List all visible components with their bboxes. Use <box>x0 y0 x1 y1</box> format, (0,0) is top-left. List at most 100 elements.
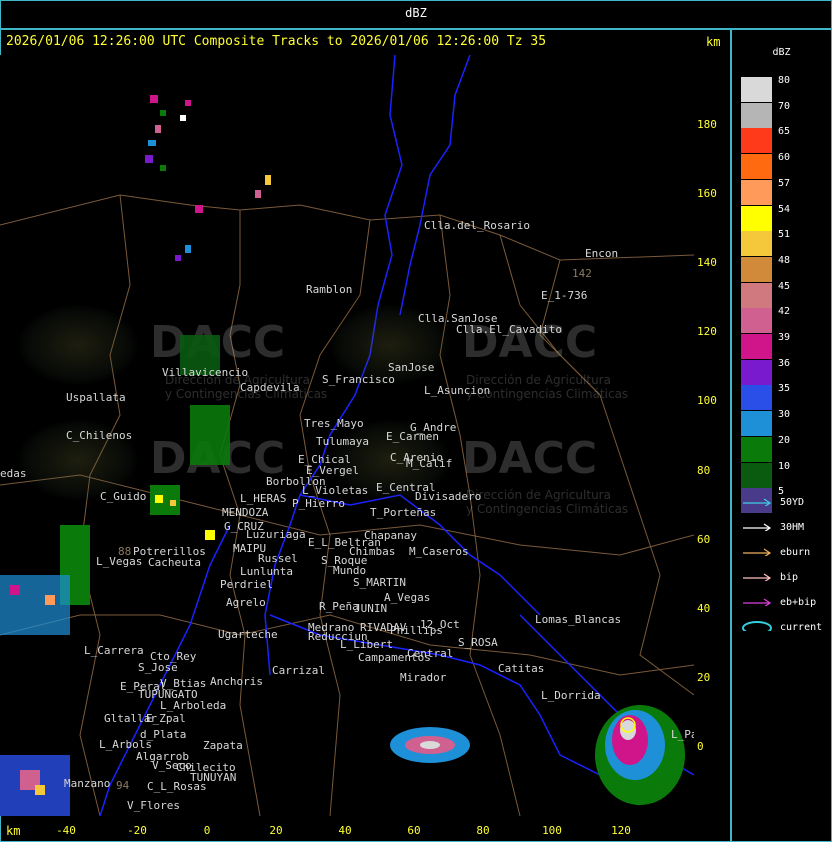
place-label: 142 <box>572 267 592 280</box>
place-label: edas <box>0 467 27 480</box>
place-label: MENDOZA <box>222 506 269 519</box>
dbz-swatch-label: 60 <box>778 152 791 164</box>
place-label: L_Vegas <box>96 555 143 568</box>
place-label: SanJose <box>388 361 435 374</box>
dbz-swatch-label: 42 <box>778 306 791 318</box>
place-label: Clla.El_Cavadito <box>456 323 562 336</box>
y-tick-label: 160 <box>697 187 717 200</box>
track-arrow-icon <box>743 548 772 556</box>
y-tick-label: 120 <box>697 325 717 338</box>
place-label: Clla.del_Rosario <box>424 219 530 232</box>
dbz-swatch <box>741 359 772 385</box>
place-label: S_MARTIN <box>353 576 406 589</box>
echo-cluster-north <box>145 95 271 261</box>
dbz-swatch-label: 48 <box>778 254 791 266</box>
dbz-swatch <box>741 308 772 334</box>
dbz-swatch-label: 5 <box>778 486 785 498</box>
place-label: 12_Oct <box>420 618 460 631</box>
place-label: V_Btias <box>160 677 207 690</box>
dbz-swatch <box>741 179 772 205</box>
dbz-swatch <box>741 205 772 231</box>
place-label: Tres_Mayo <box>304 417 364 430</box>
place-label: L_HERAS <box>240 492 287 505</box>
x-tick-label: 100 <box>542 824 562 837</box>
y-tick-label: 180 <box>697 118 717 131</box>
x-tick-label: 40 <box>338 824 352 837</box>
y-tick-label: 20 <box>697 671 711 684</box>
place-label: V_Flores <box>127 799 180 812</box>
place-label: L_Dorrida <box>541 689 601 702</box>
place-label: E_Carmen <box>386 430 439 443</box>
dbz-swatch-label: 39 <box>778 332 791 343</box>
place-label: Agrelo <box>226 596 266 609</box>
place-label: Anchoris <box>210 675 263 688</box>
dbz-swatch-label: 35 <box>778 383 791 395</box>
dbz-swatch-label: 65 <box>778 126 791 138</box>
place-label: L_Carrera <box>84 644 144 657</box>
track-label: 30HM <box>780 522 805 533</box>
dbz-swatch <box>741 436 772 462</box>
dbz-swatch-label: 57 <box>778 177 791 189</box>
composite-tracks-header: 2026/01/06 12:26:00 UTC Composite Tracks… <box>6 34 547 49</box>
place-label: Ramblon <box>306 283 353 296</box>
place-label: Villavicencio <box>162 366 249 379</box>
dbz-swatch-label: 36 <box>778 357 791 369</box>
y-tick-label: 100 <box>697 394 717 407</box>
place-label: Tulumaya <box>316 435 369 448</box>
echo-cluster-southeast <box>390 705 685 805</box>
place-label: Divisadero <box>415 490 482 503</box>
place-label: Luzuriaga <box>246 528 306 541</box>
dbz-swatch <box>741 128 772 154</box>
dbz-swatch-label: 70 <box>778 100 791 112</box>
track-label: current <box>780 622 823 633</box>
track-arrow-icon <box>743 573 772 581</box>
place-label: L_Violetas <box>302 484 369 497</box>
place-label: Carrizal <box>272 664 325 677</box>
dbz-swatch <box>741 282 772 308</box>
place-label: C_Guido <box>100 490 147 503</box>
dbz-swatch-label: 45 <box>778 280 791 292</box>
place-label: S_ROSA <box>458 636 498 649</box>
dbz-swatch <box>741 385 772 411</box>
place-label: Perdriel <box>220 578 273 591</box>
dbz-swatch-label: 20 <box>778 434 791 446</box>
y-tick-label: 40 <box>697 602 711 615</box>
dbz-swatch-label: 51 <box>778 229 791 241</box>
dbz-swatch <box>741 77 772 102</box>
place-label: Central <box>407 647 454 660</box>
place-label: R_Peña <box>319 600 359 613</box>
place-label: L_Libert <box>340 638 393 651</box>
place-label: T_Porteñas <box>370 506 437 519</box>
x-tick-label: 60 <box>407 824 421 837</box>
place-label: Catitas <box>498 662 545 675</box>
x-tick-label: -20 <box>127 824 147 837</box>
km-unit-label-bottom: km <box>6 824 21 838</box>
dbz-swatch <box>741 462 772 488</box>
x-tick-label: -40 <box>56 824 76 837</box>
place-label: L_Asuncion <box>424 384 491 397</box>
track-label: 50YD <box>780 497 805 508</box>
place-label: C_L_Rosas <box>147 780 207 793</box>
place-label: E_1-736 <box>541 289 588 302</box>
current-ellipse-icon <box>742 621 772 631</box>
place-label: P_Hierro <box>292 497 345 510</box>
y-tick-label: 60 <box>697 533 711 546</box>
dbz-swatch-label: 30 <box>778 409 791 421</box>
x-tick-label: 0 <box>203 824 211 837</box>
place-label: C_Chilenos <box>66 429 133 442</box>
place-label: Medrano <box>308 621 355 634</box>
legend-title: dBZ <box>772 47 791 58</box>
y-tick-label: 0 <box>697 740 704 753</box>
place-label: A_Vegas <box>384 591 431 604</box>
place-label: Lunlunta <box>240 565 293 578</box>
radar-map[interactable]: DACC DACC DACC DACC Dirección de Agricul… <box>0 55 694 816</box>
x-tick-label: 80 <box>476 824 490 837</box>
dbz-swatch <box>741 256 772 282</box>
place-label: Manzano <box>64 777 111 790</box>
y-tick-label: 80 <box>697 464 711 477</box>
place-label: S_Francisco <box>322 373 395 386</box>
track-arrow-icon <box>743 523 772 531</box>
dbz-swatch <box>741 334 772 359</box>
place-label: Russel <box>258 552 298 565</box>
dbz-swatch <box>741 154 772 180</box>
